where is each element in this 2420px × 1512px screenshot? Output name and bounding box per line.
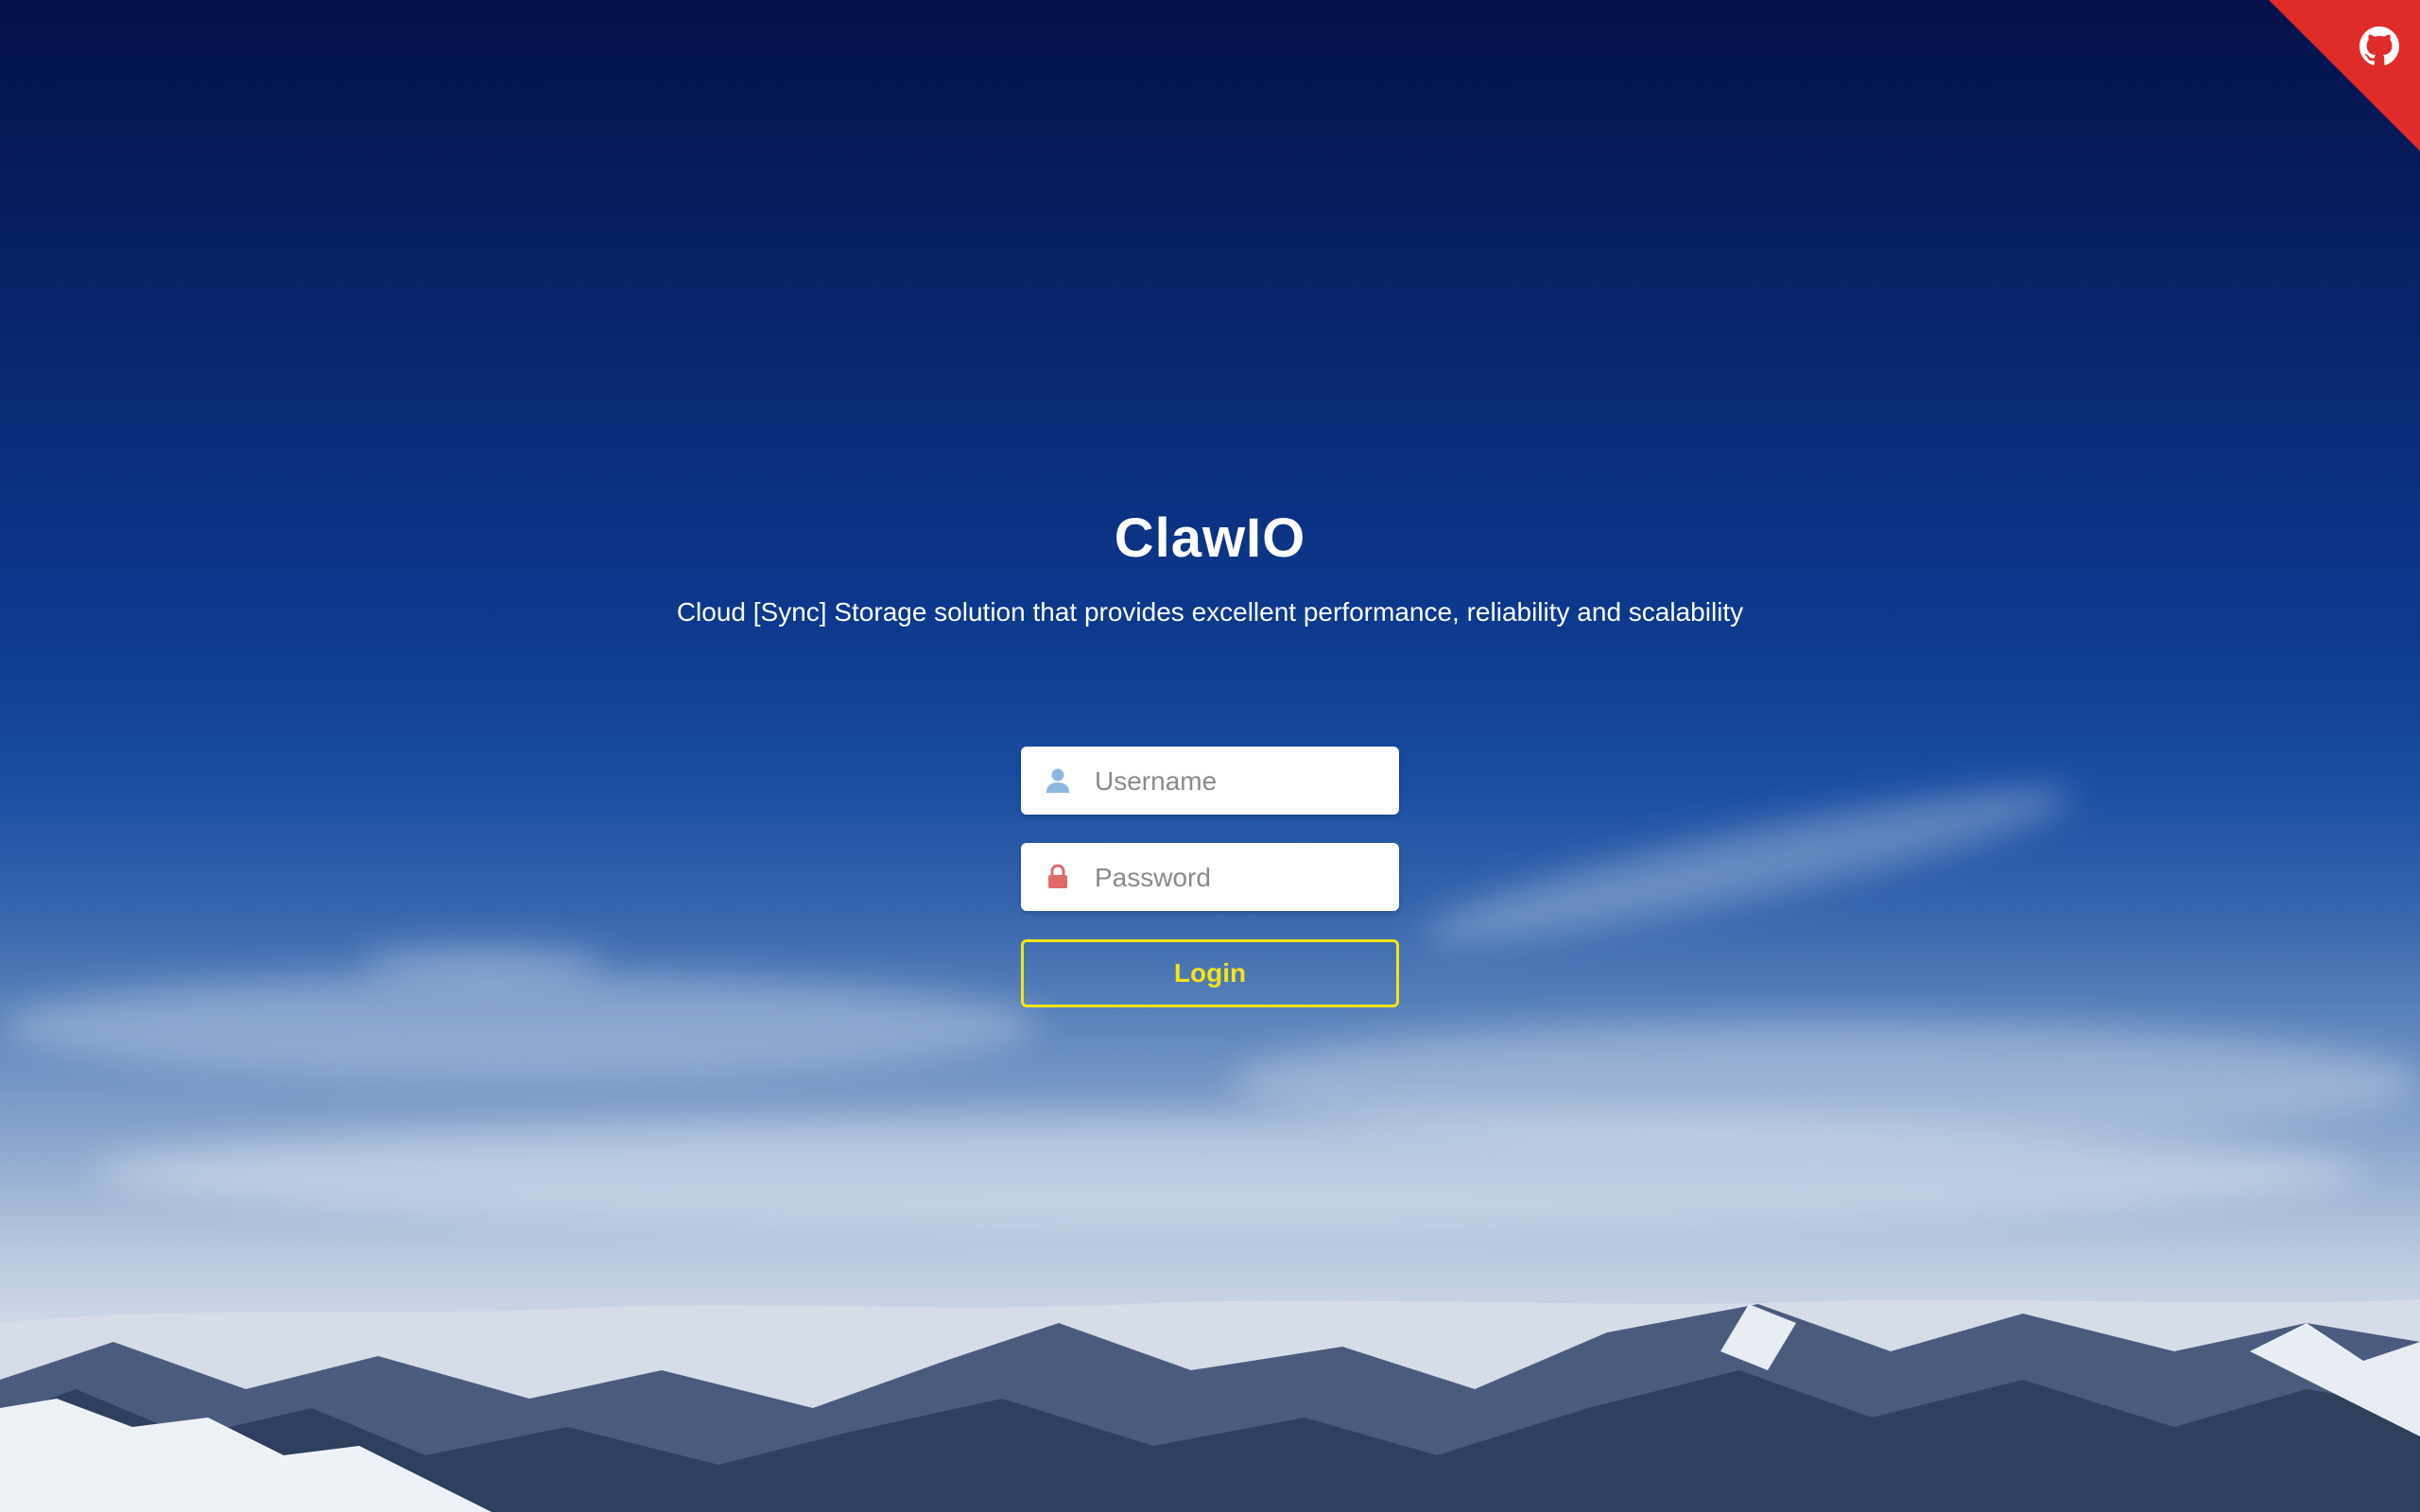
password-input[interactable]: [1093, 843, 1390, 913]
corner-ribbon: [2269, 0, 2420, 151]
mountain-range: [0, 1299, 2420, 1512]
username-input[interactable]: [1093, 747, 1390, 816]
login-form: Login: [1021, 747, 1399, 1007]
app-title: ClawIO: [1114, 507, 1306, 569]
app-subtitle: Cloud [Sync] Storage solution that provi…: [676, 597, 1744, 627]
github-corner-link[interactable]: [2269, 0, 2420, 151]
username-field: [1021, 747, 1399, 816]
user-icon: [1046, 768, 1069, 793]
password-field: [1021, 843, 1399, 913]
lock-icon: [1048, 864, 1067, 888]
login-button[interactable]: Login: [1021, 939, 1399, 1007]
github-icon: [2360, 26, 2399, 65]
hero-section: ClawIO Cloud [Sync] Storage solution tha…: [0, 501, 2420, 631]
